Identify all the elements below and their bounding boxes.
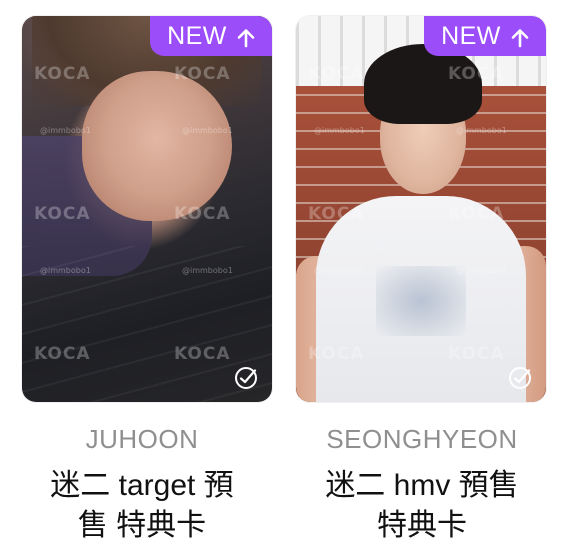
- photocard-image: [22, 16, 272, 402]
- watermark-handle: @immbobo1: [456, 266, 507, 275]
- check-circle-icon[interactable]: [508, 366, 532, 390]
- watermark-handle: @immbobo1: [40, 126, 91, 135]
- photocard-title-line: 售 特典卡: [77, 509, 207, 542]
- watermark-handle: @immbobo1: [456, 126, 507, 135]
- check-circle-icon[interactable]: [234, 366, 258, 390]
- member-name: SEONGHYEON: [326, 424, 518, 454]
- watermark-handle: @immbobo1: [314, 266, 365, 275]
- photocard-title: 迷二 hmv 預售 特典卡: [282, 466, 562, 546]
- new-badge-label: NEW: [167, 21, 227, 50]
- photocard-title-line: 迷二 target 預: [50, 469, 234, 502]
- new-badge-label: NEW: [441, 21, 501, 50]
- new-badge: NEW: [150, 16, 272, 56]
- new-badge: NEW: [424, 16, 546, 56]
- photocard-juhoon[interactable]: KOCA KOCA KOCA KOCA KOCA KOCA @immbobo1 …: [22, 16, 272, 402]
- arrow-up-icon: [511, 26, 529, 48]
- photocard-seonghyeon[interactable]: KOCA KOCA KOCA KOCA KOCA KOCA @immbobo1 …: [296, 16, 546, 402]
- photocard-title: 迷二 target 預 售 特典卡: [2, 466, 282, 546]
- watermark-handle: @immbobo1: [182, 266, 233, 275]
- photocard-image: [296, 16, 546, 402]
- arrow-up-icon: [237, 26, 255, 48]
- photocard-title-line: 特典卡: [377, 509, 467, 542]
- photocard-title-line: 迷二 hmv 預售: [325, 469, 519, 502]
- watermark-handle: @immbobo1: [40, 266, 91, 275]
- watermark-handle: @immbobo1: [182, 126, 233, 135]
- watermark-handle: @immbobo1: [314, 126, 365, 135]
- member-name: JUHOON: [85, 424, 199, 454]
